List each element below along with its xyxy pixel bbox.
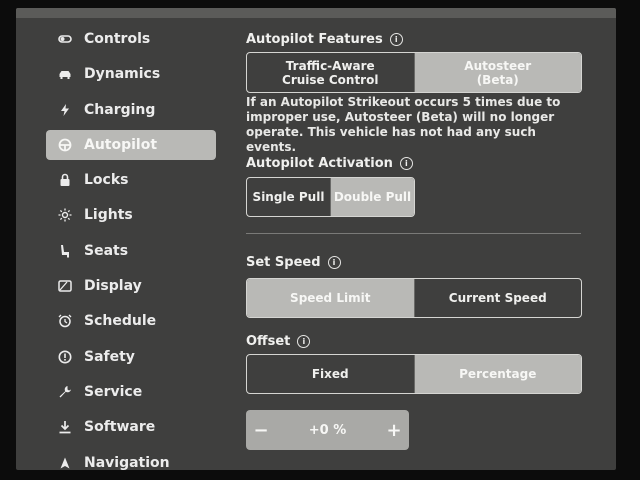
info-icon[interactable]: i <box>399 157 413 170</box>
traffic-aware-cruise-control-option[interactable]: Traffic-Aware Cruise Control <box>247 53 414 92</box>
main-panel: Autopilot Features i Traffic-Aware Cruis… <box>0 0 640 480</box>
offset-stepper: − +0 % + <box>246 410 409 450</box>
offset-selector: Fixed Percentage <box>246 354 582 394</box>
autopilot-activation-selector: Single Pull Double Pull <box>246 177 415 217</box>
info-icon[interactable]: i <box>327 256 341 269</box>
set-speed-title: Set Speed i <box>246 255 341 270</box>
option-label: Fixed <box>311 367 349 381</box>
section-title-text: Autopilot Features <box>246 32 383 47</box>
option-label: Double Pull <box>333 190 412 204</box>
current-speed-option[interactable]: Current Speed <box>413 279 582 317</box>
autosteer-beta-option[interactable]: Autosteer (Beta) <box>413 53 581 92</box>
option-label: Autosteer (Beta) <box>464 58 532 87</box>
option-label: Current Speed <box>448 291 547 305</box>
decrease-offset-button[interactable]: − <box>246 420 276 441</box>
percentage-option[interactable]: Percentage <box>413 355 581 393</box>
section-title-text: Set Speed <box>246 255 321 270</box>
double-pull-option[interactable]: Double Pull <box>330 178 414 216</box>
option-label: Speed Limit <box>290 291 371 305</box>
fixed-option[interactable]: Fixed <box>247 355 414 393</box>
info-icon[interactable]: i <box>389 33 403 46</box>
autopilot-activation-title: Autopilot Activation i <box>246 156 413 171</box>
increase-offset-button[interactable]: + <box>379 420 409 441</box>
section-title-text: Offset <box>246 334 291 349</box>
option-label: Percentage <box>459 367 537 381</box>
single-pull-option[interactable]: Single Pull <box>247 178 330 216</box>
section-title-text: Autopilot Activation <box>246 156 393 171</box>
strikeout-warning: If an Autopilot Strikeout occurs 5 times… <box>246 95 561 154</box>
autopilot-features-selector: Traffic-Aware Cruise Control Autosteer (… <box>246 52 582 93</box>
info-icon[interactable]: i <box>297 335 311 348</box>
section-divider <box>246 233 581 234</box>
offset-title: Offset i <box>246 334 311 349</box>
offset-value: +0 % <box>308 422 347 438</box>
option-label: Single Pull <box>252 190 325 204</box>
speed-limit-option[interactable]: Speed Limit <box>247 279 414 317</box>
autopilot-features-title: Autopilot Features i <box>246 32 403 47</box>
set-speed-selector: Speed Limit Current Speed <box>246 278 582 318</box>
option-label: Traffic-Aware Cruise Control <box>282 58 379 87</box>
